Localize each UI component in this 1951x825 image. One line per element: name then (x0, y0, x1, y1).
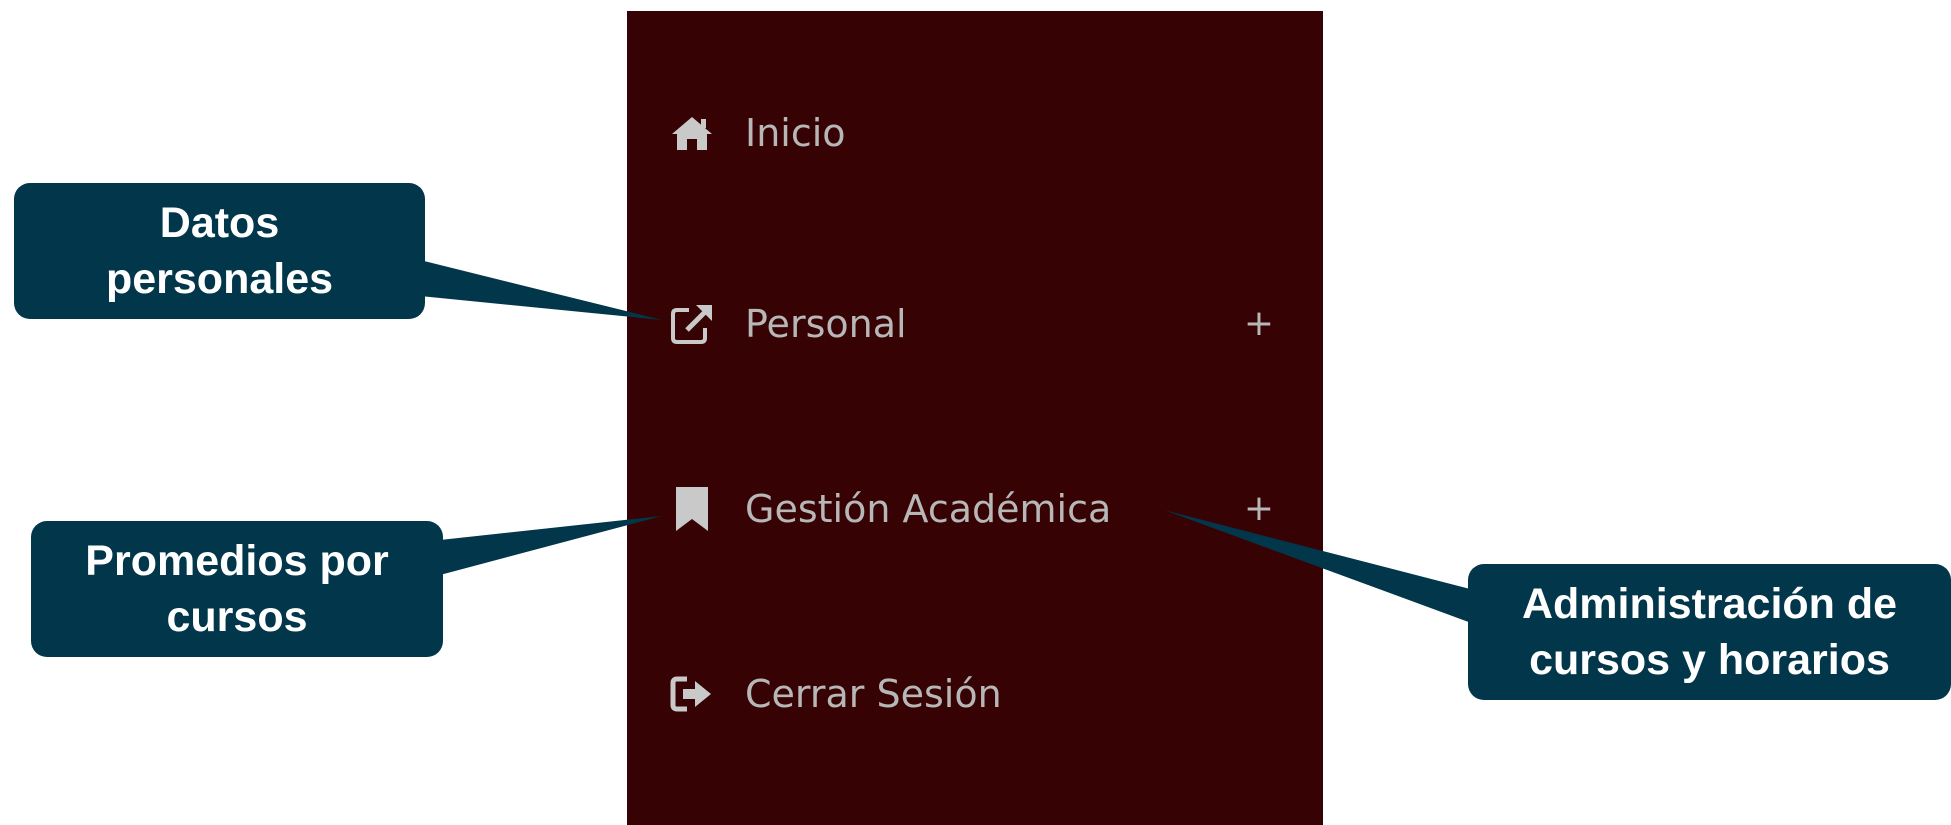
sidebar-item-inicio[interactable]: Inicio (627, 88, 1323, 178)
sidebar-item-label: Personal (745, 302, 907, 346)
sidebar-item-label: Gestión Académica (745, 487, 1112, 531)
sidebar-item-label: Inicio (745, 111, 846, 155)
callout-line: cursos y horarios (1529, 636, 1890, 684)
callout-line: Promedios por (85, 537, 389, 585)
sidebar-item-label: Cerrar Sesión (745, 672, 1002, 716)
bookmark-icon (669, 487, 715, 531)
expand-icon[interactable]: + (1239, 279, 1279, 369)
expand-icon[interactable]: + (1239, 464, 1279, 554)
callout-promedios-por-cursos: Promedios por cursos (31, 521, 443, 657)
callout-line: Datos (159, 199, 280, 247)
external-link-icon (669, 304, 715, 344)
callout-datos-personales: Datos personales (14, 183, 425, 319)
home-icon (669, 113, 715, 153)
callout-line: Administración de (1521, 580, 1898, 628)
pointer-datos-personales (420, 260, 662, 320)
sidebar-item-gestion-academica[interactable]: Gestión Académica + (627, 464, 1323, 554)
callout-administracion: Administración de cursos y horarios (1468, 564, 1951, 700)
sidebar-item-cerrar-sesion[interactable]: Cerrar Sesión (627, 649, 1323, 739)
callout-line: cursos (166, 593, 308, 641)
sidebar-menu: Inicio Personal + Gestión Académica + Ce… (627, 11, 1323, 825)
callout-line: personales (105, 255, 334, 303)
annotated-screenshot: Inicio Personal + Gestión Académica + Ce… (0, 0, 1951, 825)
sign-out-icon (669, 674, 715, 714)
sidebar-item-personal[interactable]: Personal + (627, 279, 1323, 369)
